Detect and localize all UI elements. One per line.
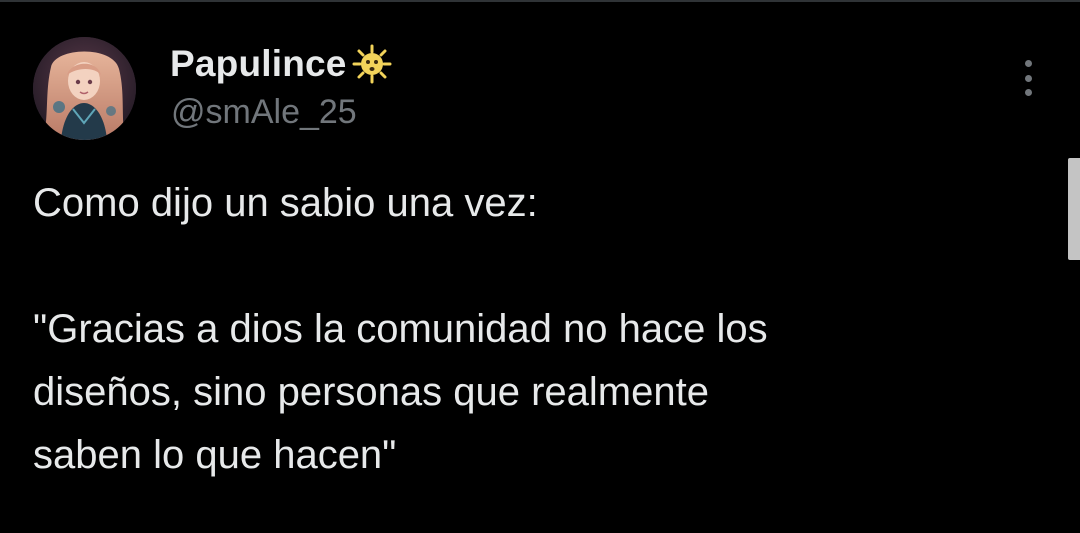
post: Papulince @smAle_25 Como dijo un sabio u… <box>0 0 1080 533</box>
avatar-image <box>33 37 136 140</box>
author-name-row[interactable]: Papulince <box>170 42 395 86</box>
avatar[interactable] <box>33 37 136 140</box>
more-vertical-icon-dot <box>1024 89 1032 96</box>
dizzy-sun-face-icon <box>349 44 395 84</box>
scrollbar-thumb[interactable] <box>1068 158 1080 260</box>
more-vertical-icon <box>1024 60 1032 67</box>
post-text: Como dijo un sabio una vez: "Gracias a d… <box>33 181 768 477</box>
more-options-button[interactable] <box>1008 56 1048 100</box>
author-display-name[interactable]: Papulince <box>170 43 347 85</box>
author-handle[interactable]: @smAle_25 <box>171 93 357 132</box>
more-vertical-icon-dot <box>1024 74 1032 82</box>
